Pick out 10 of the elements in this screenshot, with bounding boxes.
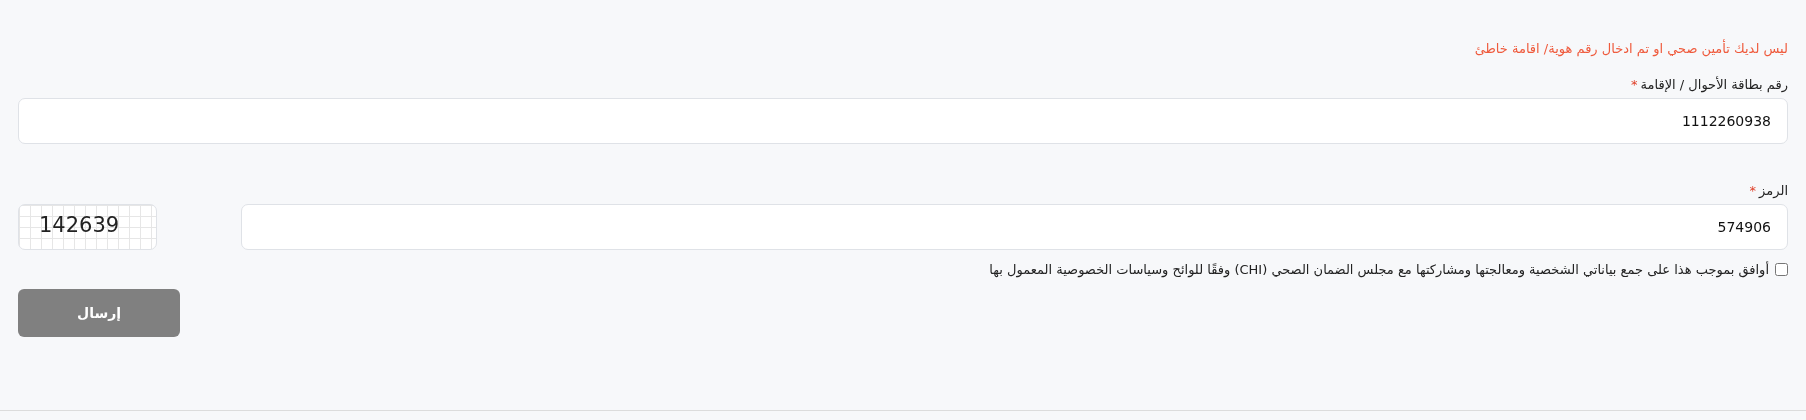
field-label: الرمز (1759, 183, 1788, 198)
input-field[interactable]: 574906 (241, 204, 1788, 250)
error-message: ليس لديك تأمين صحي او تم ادخال رقم هوية/ اقامة خاطئ (1473, 40, 1788, 58)
consent-text: أوافق بموجب هذا على جمع بياناتي الشخصية ومعالجتها ومشاركتها مع مجلس الضمان الصحي (CHI) وفقًا للوائح وسياسات الخصوصية المعمول بها (989, 262, 1769, 277)
input-field[interactable]: 1112260938 (18, 98, 1788, 144)
captcha-image: 142639 (18, 204, 157, 250)
checkbox[interactable] (1775, 263, 1788, 276)
required-mark: * (1631, 77, 1638, 92)
required-mark: * (1749, 183, 1757, 198)
field-label: رقم بطاقة الأحوال / الإقامة (1640, 77, 1788, 92)
